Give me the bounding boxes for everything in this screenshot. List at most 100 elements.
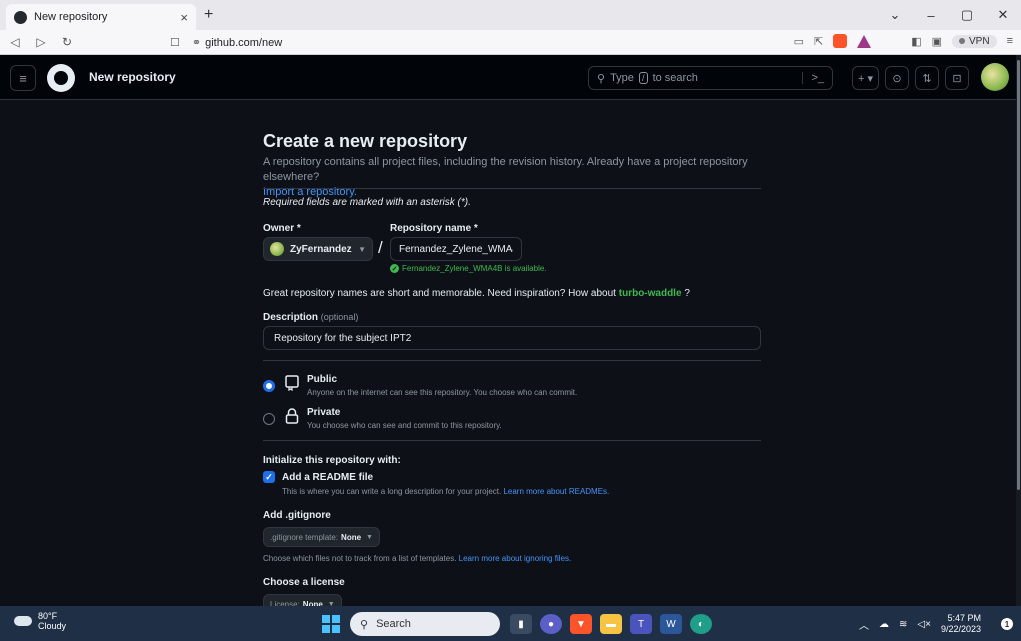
clock[interactable]: 5:47 PM 9/22/2023 [941,613,981,635]
brave-browser-icon[interactable]: ▼ [570,614,592,634]
readme-option[interactable]: ✓ Add a README file [263,471,373,483]
command-palette-icon[interactable]: >_ [802,72,824,84]
tab-title: New repository [34,11,108,23]
browser-tab[interactable]: New repository × [6,4,196,30]
search-input[interactable]: ⚲ Type / to search >_ [588,66,833,90]
menu-icon[interactable]: ≡ [1007,35,1013,47]
readme-learn-more-link[interactable]: Learn more about READMEs. [503,487,609,496]
github-logo-icon[interactable] [47,64,75,92]
vpn-button[interactable]: VPN [952,34,997,48]
onedrive-icon[interactable]: ☁ [879,619,889,630]
address-bar[interactable]: ☐ ⚭ github.com/new [170,33,870,52]
sidebar-icon[interactable]: ◧ [911,35,921,48]
windows-start-icon[interactable] [322,615,340,633]
brave-rewards-icon[interactable] [857,34,872,48]
share-icon[interactable]: ⇱ [814,35,823,48]
divider [263,440,761,441]
readme-label[interactable]: Add a README file [282,472,373,483]
minimize-icon[interactable]: – [913,8,949,23]
user-avatar[interactable] [981,63,1009,91]
gitignore-prefix: .gitignore template: [270,532,339,542]
search-icon: ⚲ [597,72,606,85]
suggestion-text: Great repository names are short and mem… [263,288,616,299]
taskbar-apps: ▮ ● ▼ ▬ T W ◐ [510,614,712,634]
license-title: Choose a license [263,577,345,588]
site-info-icon[interactable]: ⚭ [192,36,201,49]
public-radio[interactable] [263,380,275,392]
name-suggestion: Great repository names are short and mem… [263,288,690,299]
public-description: Anyone on the internet can see this repo… [307,388,578,397]
search-suffix: to search [652,72,698,84]
file-explorer-icon[interactable]: ▬ [600,614,622,634]
notification-badge[interactable]: 1 [1001,618,1013,630]
private-radio[interactable] [263,413,275,425]
github-favicon-icon [14,10,27,24]
volume-icon[interactable]: ◁× [917,619,931,630]
url-text[interactable]: github.com/new [205,37,282,49]
search-shortcut-key: / [638,72,648,84]
repo-name-label: Repository name * [390,223,478,234]
private-title: Private [307,407,341,418]
description-input[interactable] [263,326,761,350]
repo-name-input[interactable] [390,237,522,261]
visibility-public-option[interactable]: Public Anyone on the internet can see th… [263,374,577,397]
cast-icon[interactable]: ▭ [794,35,804,48]
close-window-icon[interactable]: ✕ [985,7,1021,23]
bookmark-icon[interactable]: ☐ [170,36,180,49]
suggestion-end: ? [684,288,690,299]
gitignore-select[interactable]: .gitignore template: None ▼ [263,527,380,547]
wallet-icon[interactable]: ▣ [932,35,942,48]
visibility-private-option[interactable]: Private You choose who can see and commi… [263,407,502,430]
scrollbar-thumb[interactable] [1017,60,1020,490]
app-icon[interactable]: ◐ [690,614,712,634]
readme-checkbox[interactable]: ✓ [263,471,275,483]
meet-icon[interactable]: ● [540,614,562,634]
restore-icon[interactable]: ▢ [949,7,985,23]
availability-message: ✓ Fernandez_Zylene_WMA4B is available. [390,264,547,273]
taskbar-search[interactable]: ⚲ Search [350,612,500,636]
temperature: 80°F [38,611,58,621]
owner-repo-separator: / [378,238,383,257]
hamburger-menu-icon[interactable]: ≡ [10,65,36,91]
brave-shields-icon[interactable] [833,34,848,48]
optional-hint: (optional) [320,312,359,322]
pull-requests-icon[interactable]: ⇅ [915,66,940,90]
owner-select[interactable]: ZyFernandez ▼ [263,237,373,261]
gitignore-title: Add .gitignore [263,510,331,521]
header-title[interactable]: New repository [89,70,176,84]
clock-time: 5:47 PM [947,613,981,623]
issues-icon[interactable]: ⊙ [885,66,910,90]
weather-widget[interactable]: 80°F Cloudy [14,611,66,631]
divider [263,188,761,189]
reload-icon[interactable]: ↻ [56,35,78,49]
lock-icon [285,408,299,424]
forward-icon[interactable]: ▷ [30,35,52,49]
wifi-icon[interactable]: ≋ [899,619,907,630]
gitignore-learn-more-link[interactable]: Learn more about ignoring files. [459,554,572,563]
task-view-icon[interactable]: ▮ [510,614,532,634]
gitignore-hint-text: Choose which files not to track from a l… [263,554,457,563]
readme-description: This is where you can write a long descr… [282,487,609,496]
inbox-icon[interactable]: ⊡ [945,66,970,90]
tab-list-icon[interactable]: ⌄ [877,7,913,23]
subtitle-text: A repository contains all project files,… [263,156,748,183]
suggested-name-button[interactable]: turbo-waddle [619,288,682,299]
page-scrollbar[interactable] [1016,55,1021,606]
owner-avatar [270,242,284,256]
public-text: Public Anyone on the internet can see th… [307,374,577,397]
new-tab-button[interactable]: + [204,6,213,24]
private-description: You choose who can see and commit to thi… [307,421,502,430]
tab-close-icon[interactable]: × [180,10,188,25]
back-icon[interactable]: ◁ [4,35,26,49]
gitignore-hint: Choose which files not to track from a l… [263,554,571,563]
public-title: Public [307,374,338,385]
word-icon[interactable]: W [660,614,682,634]
windows-taskbar: 80°F Cloudy ⚲ Search ▮ ● ▼ ▬ T W ◐ ︿ ☁ ≋… [0,606,1021,641]
chevron-up-icon[interactable]: ︿ [859,617,869,632]
chevron-down-icon: ▼ [366,533,373,541]
create-new-button[interactable]: + ▾ [852,66,880,90]
teams-icon[interactable]: T [630,614,652,634]
clock-date: 9/22/2023 [940,624,981,634]
gitignore-value: None [341,532,362,542]
taskbar-search-label: Search [376,618,411,630]
